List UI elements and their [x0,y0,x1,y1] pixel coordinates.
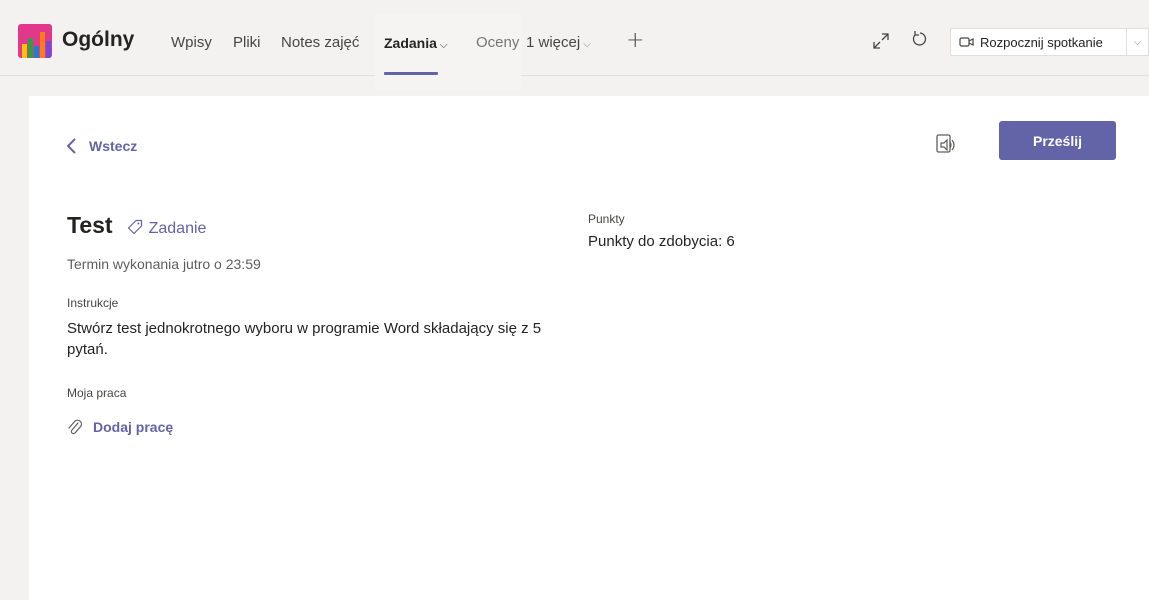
tab-more[interactable]: 1 więcej ⌵ [526,34,591,51]
tab-oceny[interactable]: Oceny [476,34,519,51]
back-label: Wstecz [89,138,138,154]
active-tab-background [375,13,521,91]
start-meeting-label: Rozpocznij spotkanie [980,34,1103,50]
chevron-left-icon [67,138,76,154]
tab-zadania[interactable]: Zadania ⌵ [384,35,448,51]
points-label: Punkty [588,212,625,226]
due-date: Termin wykonania jutro o 23:59 [67,256,261,272]
points-value: Punkty do zdobycia: 6 [588,233,735,250]
tab-label: 1 więcej [526,34,581,51]
add-work-button[interactable]: Dodaj pracę [67,418,173,436]
channel-header: Ogólny Wpisy Pliki Notes zajęć Zadania ⌵ … [0,0,1149,91]
video-camera-icon [959,37,974,47]
assignment-title-row: Test Zadanie [67,212,206,239]
assignment-panel: Wstecz Prześlij Test Zadanie Termin wyko… [29,96,1149,600]
start-meeting-button[interactable]: Rozpocznij spotkanie [950,28,1127,56]
add-tab-plus-icon[interactable]: + [626,28,644,53]
channel-name: Ogólny [62,28,135,51]
chevron-down-icon: ⌵ [583,39,591,50]
tab-label: Pliki [233,34,261,51]
team-logo-icon[interactable] [18,24,52,58]
tab-label: Oceny [476,34,520,51]
immersive-reader-icon[interactable] [935,133,959,155]
tab-label: Wpisy [171,34,212,51]
instructions-label: Instrukcje [67,296,119,310]
instructions-text: Stwórz test jednokrotnego wyboru w progr… [67,320,542,358]
tab-pliki[interactable]: Pliki [233,34,261,51]
tab-notes[interactable]: Notes zajęć [281,34,359,51]
refresh-icon[interactable] [911,30,929,48]
add-work-label: Dodaj pracę [93,419,174,435]
tab-label: Notes zajęć [281,34,360,51]
chevron-down-icon: ⌵ [1133,36,1142,48]
active-tab-indicator [384,72,438,75]
expand-icon[interactable] [872,32,890,50]
paperclip-icon [68,419,83,435]
assignment-title: Test [67,212,113,238]
tab-wpisy[interactable]: Wpisy [171,34,212,51]
submit-button[interactable]: Prześlij [999,121,1116,160]
chevron-down-icon: ⌵ [439,40,448,51]
meeting-options-dropdown[interactable]: ⌵ [1127,28,1149,56]
my-work-label: Moja praca [67,386,127,400]
tab-label: Zadania [384,35,437,51]
tag-icon [127,219,142,235]
back-button[interactable]: Wstecz [67,138,137,154]
assignment-type: Zadanie [148,220,207,237]
